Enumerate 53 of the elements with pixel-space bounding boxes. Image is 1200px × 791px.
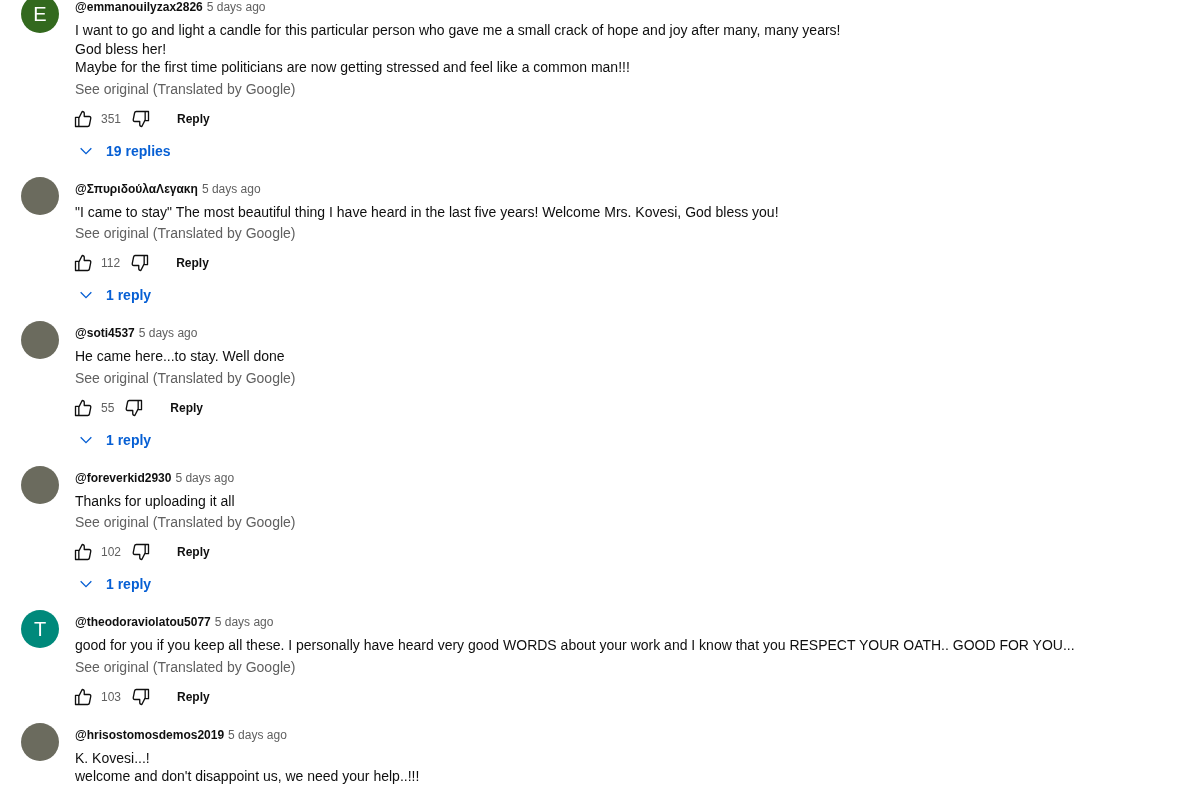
comment-time[interactable]: 5 days ago: [201, 181, 261, 196]
thumbs-up-icon: [73, 108, 93, 129]
comment-text: K. Kovesi...! welcome and don't disappoint us, we need your help..!!!: [75, 748, 420, 786]
thumbs-up-icon: [73, 686, 93, 707]
like-count: 55: [101, 400, 115, 415]
comment-time[interactable]: 5 days ago: [228, 727, 287, 742]
thumbs-down-icon: [124, 397, 145, 418]
avatar-photo-placeholder[interactable]: [21, 722, 59, 761]
reply-button[interactable]: Reply: [160, 394, 214, 421]
thumbs-up-icon: [73, 542, 93, 562]
like-count: 103: [101, 689, 122, 704]
reply-button[interactable]: Reply: [166, 250, 219, 276]
thumbs-down-icon: [131, 108, 152, 129]
avatar-photo-placeholder[interactable]: [21, 321, 59, 359]
comment-text: good for you if you keep all these. I personally have heard very good WORDS about your work and I know that you RESPECT YOUR OATH.. GOOD FOR YOU...: [75, 636, 1075, 655]
comment-time[interactable]: 5 days ago: [138, 326, 198, 340]
avatar-photo-placeholder[interactable]: [21, 176, 59, 215]
reply-button[interactable]: Reply: [167, 683, 220, 710]
like-count: 351: [101, 111, 122, 126]
comment-author[interactable]: @hrisostomosdemos2019: [75, 727, 225, 742]
comment-author[interactable]: @ΣπυριδούλαΛεγακη: [75, 181, 198, 196]
see-original-link[interactable]: See original (Translated by Google): [75, 223, 296, 243]
view-replies-button[interactable]: 1 reply: [72, 279, 158, 311]
see-original-link[interactable]: See original (Translated by Google): [75, 78, 296, 99]
view-replies-button[interactable]: 1 reply: [72, 568, 158, 600]
comment-author[interactable]: @theodoraviolatou5077: [75, 615, 211, 629]
thumbs-down-icon: [131, 686, 152, 707]
thumbs-up-icon: [73, 397, 93, 418]
comment-text: I want to go and light a candle for this particular person who gave me a small crack of hope and joy after many, many years! God bless her! Maybe for the first time politicians are now getting stressed and feel like a common man!!!: [75, 21, 841, 77]
see-original-link[interactable]: See original (Translated by Google): [75, 367, 296, 388]
comment-author[interactable]: @foreverkid2930: [75, 470, 172, 485]
comment-text: Thanks for uploading it all: [75, 491, 236, 510]
comment-text: "I came to stay" The most beautiful thing I have heard in the last five years! Welcome Mrs. Kovesi, God bless you!: [75, 202, 779, 221]
thumbs-up-icon: [73, 253, 93, 273]
like-count: 102: [101, 545, 122, 559]
view-replies-button[interactable]: 1 reply: [72, 423, 158, 456]
reply-button[interactable]: Reply: [167, 539, 220, 565]
comment-text: He came here...to stay. Well done: [75, 347, 286, 366]
thumbs-down-icon: [130, 253, 151, 273]
like-count: 112: [101, 256, 121, 270]
thumbs-down-icon: [131, 542, 152, 562]
comment-time[interactable]: 5 days ago: [206, 0, 266, 14]
see-original-link[interactable]: See original (Translated by Google): [75, 656, 296, 677]
see-original-link[interactable]: See original (Translated by Google): [75, 512, 296, 532]
comment-time[interactable]: 5 days ago: [214, 615, 274, 629]
letter-avatar[interactable]: T: [21, 610, 59, 648]
letter-avatar[interactable]: E: [21, 0, 59, 33]
comment-author[interactable]: @soti4537: [75, 326, 135, 340]
comment-author[interactable]: @emmanouilyzax2826: [75, 0, 203, 14]
avatar-photo-placeholder[interactable]: [21, 465, 59, 504]
comment-time[interactable]: 5 days ago: [175, 470, 235, 485]
reply-button[interactable]: Reply: [167, 105, 220, 132]
view-replies-button[interactable]: 19 replies: [72, 134, 177, 167]
